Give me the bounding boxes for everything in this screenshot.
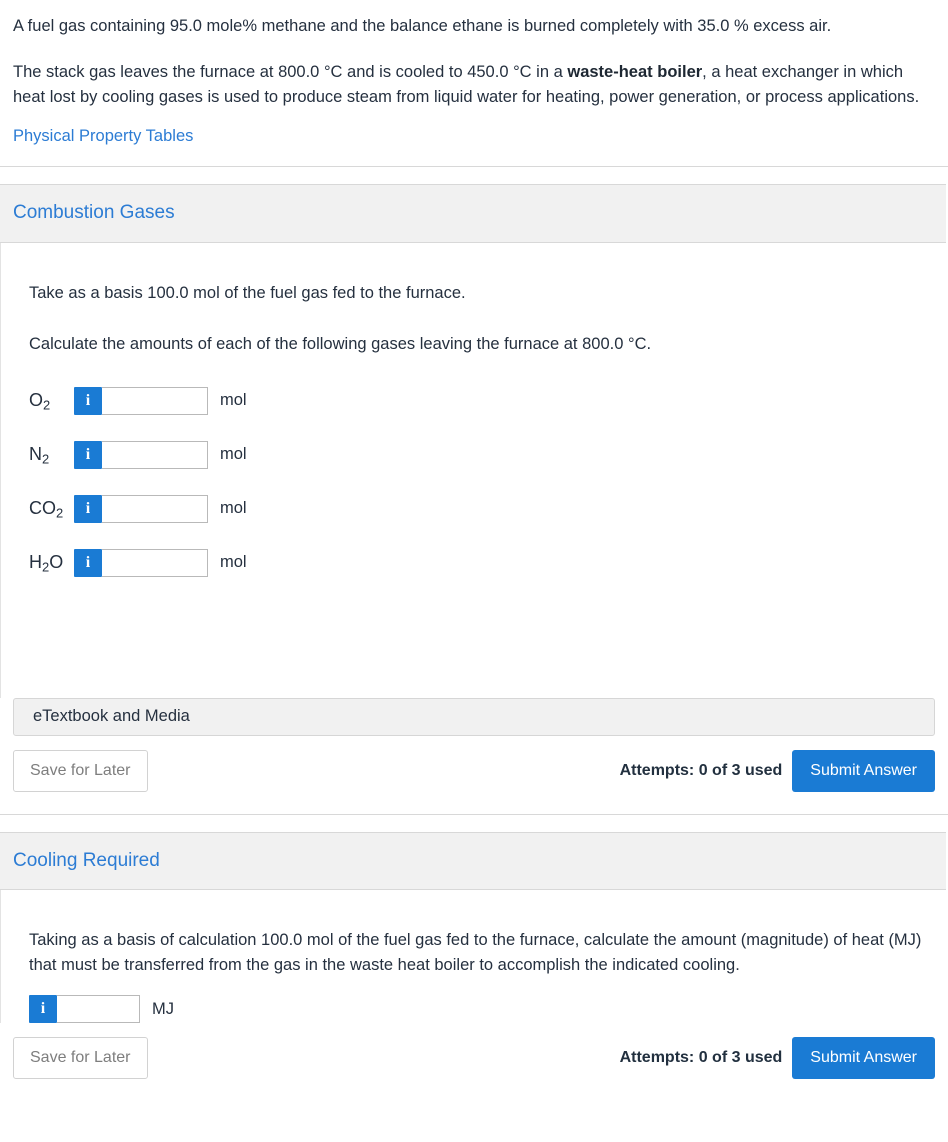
section-header-cooling-required: Cooling Required: [0, 831, 946, 891]
section-body-combustion-gases: Take as a basis 100.0 mol of the fuel ga…: [0, 243, 948, 698]
submit-answer-button[interactable]: Submit Answer: [792, 1037, 935, 1079]
calculate-statement: Calculate the amounts of each of the fol…: [29, 334, 652, 353]
unit-label-o2: mol: [220, 391, 247, 410]
section-gap-1: [0, 167, 948, 185]
answer-rows: O2 i mol N2 i mol CO2 i mol H2O i mol: [29, 374, 935, 590]
formula-label-o2: O2: [29, 390, 51, 414]
section-footer-gap-1: [0, 791, 948, 814]
formula-label-h2o: H2O: [29, 552, 64, 576]
section-title-combustion-gases: Combustion Gases: [13, 202, 175, 224]
save-for-later-button[interactable]: Save for Later: [13, 1037, 148, 1079]
etextbook-and-media-button[interactable]: eTextbook and Media: [13, 697, 935, 736]
answer-input-h2o[interactable]: [102, 548, 208, 577]
action-bar-combustion-gases: Save for Later Attempts: 0 of 3 used Sub…: [13, 749, 935, 792]
field-group-heat: i: [29, 995, 140, 1024]
answer-row-co2: CO2 i mol: [29, 482, 935, 536]
waste-heat-boiler-term: waste-heat boiler: [567, 63, 703, 82]
info-icon[interactable]: i: [74, 494, 102, 523]
subscript-2: 2: [42, 452, 50, 468]
problem-paragraph-2-part1: The stack gas leaves the furnace at 800.…: [13, 63, 568, 82]
section-body-cooling-required: Taking as a basis of calculation 100.0 m…: [0, 890, 948, 1024]
unit-label-h2o: mol: [220, 553, 247, 572]
field-group-n2: i: [74, 440, 208, 469]
basis-statement: Take as a basis 100.0 mol of the fuel ga…: [29, 284, 466, 303]
formula-label-n2: N2: [29, 444, 50, 468]
field-group-h2o: i: [74, 548, 208, 577]
section-header-combustion-gases: Combustion Gases: [0, 184, 946, 244]
unit-label-n2: mol: [220, 445, 247, 464]
unit-label-heat: MJ: [152, 999, 174, 1018]
info-icon[interactable]: i: [29, 995, 57, 1024]
answer-row-heat: i MJ: [29, 995, 935, 1024]
field-group-o2: i: [74, 386, 208, 415]
answer-input-o2[interactable]: [102, 386, 208, 415]
section-gap-2: [0, 814, 948, 832]
answer-input-co2[interactable]: [102, 494, 208, 523]
info-icon[interactable]: i: [74, 548, 102, 577]
unit-label-co2: mol: [220, 499, 247, 518]
action-bar-cooling-required: Save for Later Attempts: 0 of 3 used Sub…: [13, 1037, 935, 1079]
answer-input-n2[interactable]: [102, 440, 208, 469]
attempts-status: Attempts: 0 of 3 used: [619, 761, 783, 779]
subscript-2: 2: [42, 560, 50, 576]
answer-row-o2: O2 i mol: [29, 374, 935, 428]
attempts-status: Attempts: 0 of 3 used: [619, 1049, 783, 1067]
info-icon[interactable]: i: [74, 440, 102, 469]
answer-row-n2: N2 i mol: [29, 428, 935, 482]
answer-row-h2o: H2O i mol: [29, 536, 935, 590]
problem-paragraph-2: The stack gas leaves the furnace at 800.…: [13, 60, 935, 109]
submit-answer-button[interactable]: Submit Answer: [792, 749, 935, 792]
problem-statement: A fuel gas containing 95.0 mole% methane…: [0, 0, 948, 166]
cooling-statement: Taking as a basis of calculation 100.0 m…: [29, 931, 922, 974]
save-for-later-button[interactable]: Save for Later: [13, 749, 148, 792]
subscript-2: 2: [56, 506, 64, 522]
formula-label-co2: CO2: [29, 498, 64, 522]
info-icon[interactable]: i: [74, 386, 102, 415]
field-group-co2: i: [74, 494, 208, 523]
problem-paragraph-1: A fuel gas containing 95.0 mole% methane…: [13, 17, 832, 35]
answer-input-heat[interactable]: [57, 995, 140, 1024]
section-title-cooling-required: Cooling Required: [13, 849, 160, 871]
subscript-2: 2: [43, 398, 51, 414]
physical-property-tables-link[interactable]: Physical Property Tables: [13, 127, 193, 146]
